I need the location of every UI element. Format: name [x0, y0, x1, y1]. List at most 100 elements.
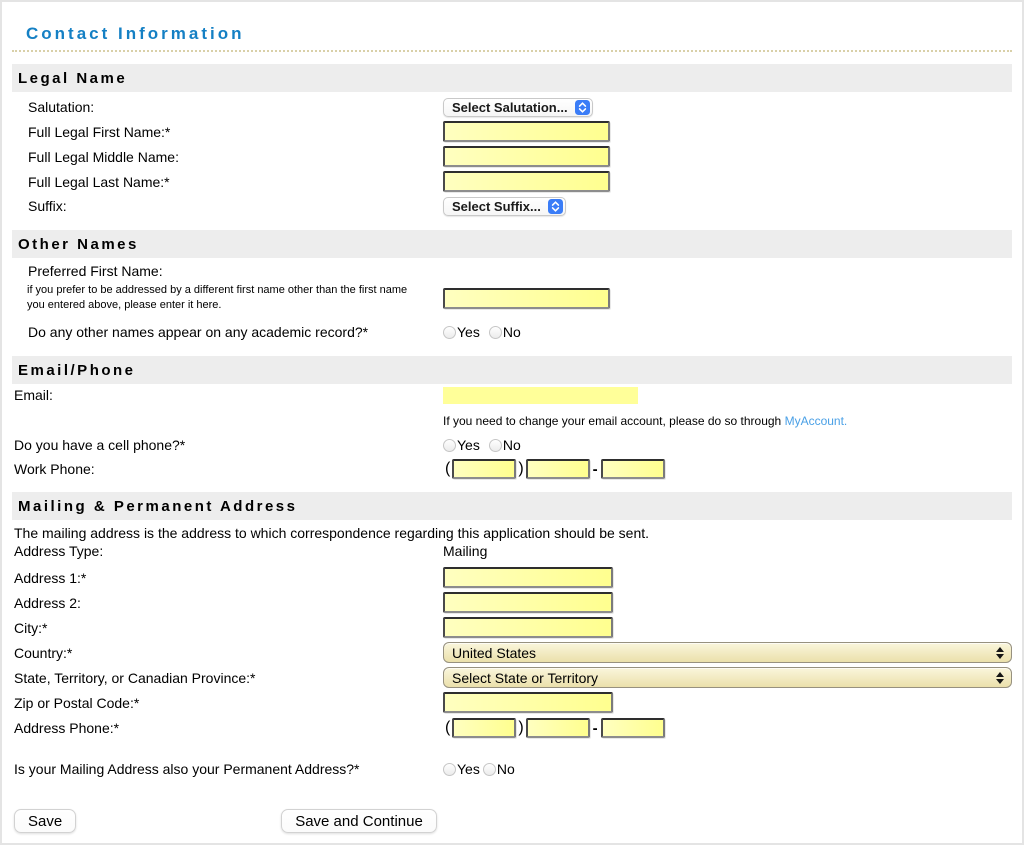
myaccount-link[interactable]: MyAccount.: [785, 414, 848, 428]
phone-close-paren: ): [518, 719, 523, 737]
address-phone-label: Address Phone:*: [12, 720, 443, 736]
section-header-email-phone: Email/Phone: [12, 356, 1012, 384]
country-select-value: United States: [452, 645, 536, 661]
salutation-select[interactable]: Select Salutation...: [443, 98, 593, 117]
section-header-other-names: Other Names: [12, 230, 1012, 258]
address2-row: Address 2:: [12, 590, 1012, 615]
section-header-label: Other Names: [18, 236, 139, 253]
section-header-label: Email/Phone: [18, 362, 136, 379]
academic-record-question: Do any other names appear on any academi…: [12, 324, 443, 340]
preferred-name-label-row: Preferred First Name:: [12, 261, 1012, 281]
state-select[interactable]: Select State or Territory: [443, 667, 1012, 688]
save-and-continue-button[interactable]: Save and Continue: [281, 809, 437, 833]
phone-dash: -: [593, 720, 598, 737]
academic-yes-radio[interactable]: [443, 326, 456, 339]
phone-close-paren: ): [518, 460, 523, 478]
email-input[interactable]: [443, 387, 638, 404]
section-header-label: Mailing & Permanent Address: [18, 498, 298, 515]
title-divider: [12, 50, 1012, 52]
city-row: City:*: [12, 615, 1012, 640]
work-phone-line-input[interactable]: [601, 459, 665, 479]
section-header-mailing-address: Mailing & Permanent Address: [12, 492, 1012, 520]
permanent-yes-radio[interactable]: [443, 763, 456, 776]
middle-name-input[interactable]: [443, 146, 610, 167]
phone-open-paren: (: [445, 719, 450, 737]
section-header-label: Legal Name: [18, 70, 127, 87]
email-row: Email:: [12, 384, 1012, 406]
select-arrows-icon: [548, 199, 563, 214]
address-phone-area-input[interactable]: [452, 718, 516, 738]
work-phone-area-input[interactable]: [452, 459, 516, 479]
salutation-select-value: Select Salutation...: [452, 100, 568, 115]
state-row: State, Territory, or Canadian Province:*…: [12, 665, 1012, 690]
email-label: Email:: [12, 387, 443, 403]
permanent-address-row: Is your Mailing Address also your Perman…: [12, 757, 1012, 781]
country-row: Country:* United States: [12, 640, 1012, 665]
first-name-row: Full Legal First Name:*: [12, 119, 1012, 144]
address1-input[interactable]: [443, 567, 613, 588]
address-type-value: Mailing: [443, 543, 487, 559]
address-phone-row: Address Phone:* ( ) -: [12, 715, 1012, 741]
state-label: State, Territory, or Canadian Province:*: [12, 670, 443, 686]
zip-row: Zip or Postal Code:*: [12, 690, 1012, 715]
address-phone-prefix-input[interactable]: [526, 718, 590, 738]
preferred-name-help-text: if you prefer to be addressed by a diffe…: [12, 283, 443, 313]
cell-no-radio[interactable]: [489, 439, 502, 452]
middle-name-label: Full Legal Middle Name:: [12, 149, 443, 165]
select-arrows-icon: [575, 100, 590, 115]
cell-phone-row: Do you have a cell phone?* Yes No: [12, 434, 1012, 456]
mailing-description: The mailing address is the address to wh…: [12, 525, 1012, 542]
yes-radio-label: Yes: [457, 437, 480, 453]
cell-yes-radio[interactable]: [443, 439, 456, 452]
city-input[interactable]: [443, 617, 613, 638]
city-label: City:*: [12, 620, 443, 636]
middle-name-row: Full Legal Middle Name:: [12, 144, 1012, 169]
zip-input[interactable]: [443, 692, 613, 713]
suffix-select[interactable]: Select Suffix...: [443, 197, 566, 216]
cell-phone-question: Do you have a cell phone?*: [12, 437, 443, 453]
preferred-name-input[interactable]: [443, 288, 610, 309]
no-radio-label: No: [497, 761, 515, 777]
last-name-input[interactable]: [443, 171, 610, 192]
yes-radio-label: Yes: [457, 761, 480, 777]
no-radio-label: No: [503, 437, 521, 453]
country-label: Country:*: [12, 645, 443, 661]
suffix-select-value: Select Suffix...: [452, 199, 541, 214]
address1-row: Address 1:*: [12, 565, 1012, 590]
section-header-legal-name: Legal Name: [12, 64, 1012, 92]
yes-radio-label: Yes: [457, 324, 480, 340]
first-name-input[interactable]: [443, 121, 610, 142]
no-radio-label: No: [503, 324, 521, 340]
country-select[interactable]: United States: [443, 642, 1012, 663]
address-type-label: Address Type:: [12, 543, 443, 559]
address2-label: Address 2:: [12, 595, 443, 611]
save-button[interactable]: Save: [14, 809, 76, 833]
suffix-label: Suffix:: [12, 198, 443, 214]
academic-no-radio[interactable]: [489, 326, 502, 339]
academic-record-row: Do any other names appear on any academi…: [12, 320, 1012, 344]
address2-input[interactable]: [443, 592, 613, 613]
suffix-row: Suffix: Select Suffix...: [12, 194, 1012, 218]
address-phone-line-input[interactable]: [601, 718, 665, 738]
contact-form: Contact Information Legal Name Salutatio…: [0, 0, 1024, 845]
first-name-label: Full Legal First Name:*: [12, 124, 443, 140]
last-name-row: Full Legal Last Name:*: [12, 169, 1012, 194]
phone-dash: -: [593, 461, 598, 478]
button-row: Save Save and Continue: [14, 809, 437, 833]
state-select-value: Select State or Territory: [452, 670, 598, 686]
address1-label: Address 1:*: [12, 570, 443, 586]
select-arrows-icon: [996, 647, 1004, 659]
address-type-row: Address Type: Mailing: [12, 542, 1012, 559]
preferred-name-label: Preferred First Name:: [12, 263, 443, 279]
last-name-label: Full Legal Last Name:*: [12, 174, 443, 190]
email-note-row: If you need to change your email account…: [12, 412, 1012, 429]
salutation-label: Salutation:: [12, 99, 443, 115]
permanent-no-radio[interactable]: [483, 763, 496, 776]
work-phone-prefix-input[interactable]: [526, 459, 590, 479]
preferred-name-row: if you prefer to be addressed by a diffe…: [12, 281, 1012, 315]
page-title: Contact Information: [26, 24, 1012, 44]
salutation-row: Salutation: Select Salutation...: [12, 95, 1012, 119]
permanent-address-question: Is your Mailing Address also your Perman…: [12, 761, 443, 777]
work-phone-row: Work Phone: ( ) -: [12, 456, 1012, 482]
zip-label: Zip or Postal Code:*: [12, 695, 443, 711]
